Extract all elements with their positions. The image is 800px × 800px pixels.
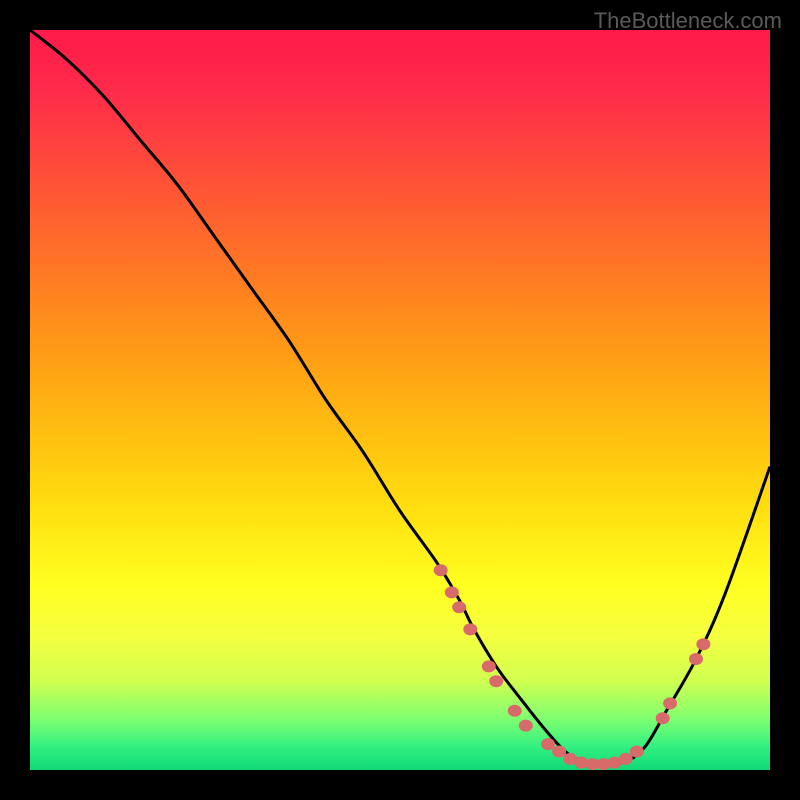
curve-marker: [482, 660, 496, 672]
curve-markers: [434, 564, 711, 770]
bottleneck-curve-line: [30, 30, 770, 764]
curve-marker: [434, 564, 448, 576]
curve-marker: [508, 705, 522, 717]
curve-marker: [552, 746, 566, 758]
curve-marker: [452, 601, 466, 613]
curve-marker: [463, 623, 477, 635]
curve-marker: [541, 738, 555, 750]
curve-marker: [656, 712, 670, 724]
chart-svg: [30, 30, 770, 770]
curve-marker: [663, 697, 677, 709]
curve-marker: [619, 753, 633, 765]
curve-marker: [696, 638, 710, 650]
curve-marker: [445, 586, 459, 598]
curve-marker: [630, 746, 644, 758]
chart-plot-area: [30, 30, 770, 770]
watermark-text: TheBottleneck.com: [594, 8, 782, 34]
curve-marker: [689, 653, 703, 665]
curve-marker: [519, 720, 533, 732]
curve-marker: [489, 675, 503, 687]
